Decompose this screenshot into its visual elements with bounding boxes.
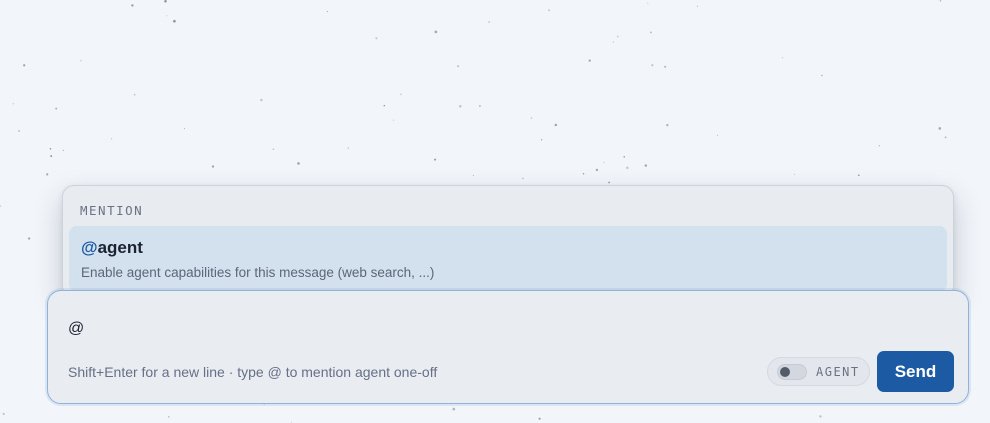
mention-option-title: @agent <box>81 238 143 258</box>
message-composer: Shift+Enter for a new line · type @ to m… <box>47 290 969 404</box>
mention-popup: MENTION @agent Enable agent capabilities… <box>62 185 954 298</box>
send-button[interactable]: Send <box>877 351 954 392</box>
agent-toggle-label: AGENT <box>816 364 860 379</box>
mention-option-name: agent <box>97 238 143 257</box>
mention-prefix: @ <box>81 238 98 257</box>
mention-popup-heading: MENTION <box>80 203 144 218</box>
agent-toggle-switch[interactable] <box>777 363 807 380</box>
agent-toggle[interactable]: AGENT <box>767 357 870 386</box>
mention-option-agent[interactable]: @agent Enable agent capabilities for thi… <box>69 226 947 292</box>
mention-option-description: Enable agent capabilities for this messa… <box>81 265 435 280</box>
composer-hint: Shift+Enter for a new line · type @ to m… <box>68 364 438 380</box>
agent-toggle-knob <box>780 366 790 377</box>
message-input[interactable] <box>68 317 928 341</box>
